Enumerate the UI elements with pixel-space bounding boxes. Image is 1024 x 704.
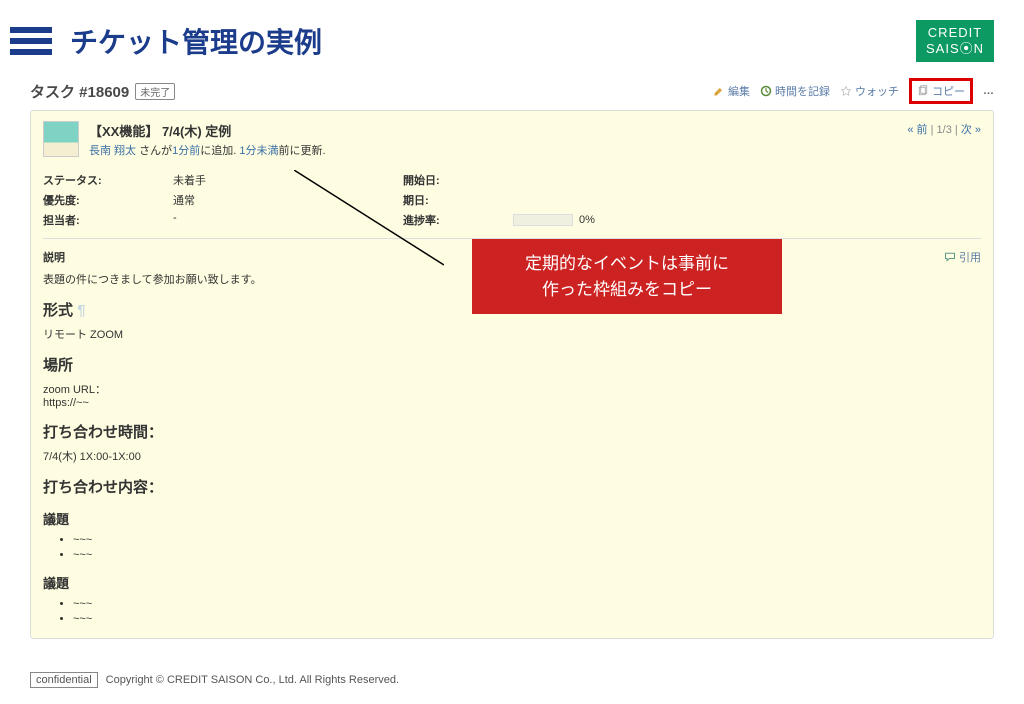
status-value: 未着手 (173, 172, 393, 188)
priority-label: 優先度: (43, 192, 163, 208)
confidential-badge: confidential (30, 672, 98, 688)
progress-label: 進捗率: (403, 212, 503, 228)
status-label: ステータス: (43, 172, 163, 188)
avatar (43, 121, 79, 157)
start-date-label: 開始日: (403, 172, 503, 188)
log-time-button[interactable]: 時間を記録 (760, 83, 830, 99)
hamburger-icon[interactable] (10, 27, 52, 55)
ticket-header-row: タスク #18609 未完了 編集 時間を記録 ウォッチ (30, 72, 994, 110)
ticket-title: 【XX機能】 7/4(木) 定例 (89, 121, 326, 140)
status-badge: 未完了 (135, 83, 175, 100)
clock-icon (760, 85, 772, 97)
description-body: 表題の件につきまして参加お願い致します。 形式 ¶ リモート ZOOM 場所 z… (43, 271, 981, 625)
assignee-label: 担当者: (43, 212, 163, 228)
progress-bar (513, 214, 573, 226)
annotation-callout: 定期的なイベントは事前に 作った枠組みをコピー (472, 239, 782, 314)
priority-value: 通常 (173, 192, 393, 208)
start-date-value (513, 172, 763, 188)
ticket-meta: 長南 翔太 さんが1分前に追加. 1分未満前に更新. (89, 142, 326, 158)
task-id: タスク #18609 (30, 81, 129, 102)
edit-button[interactable]: 編集 (713, 83, 750, 99)
assignee-value: - (173, 212, 393, 228)
watch-button[interactable]: ウォッチ (840, 83, 899, 99)
footer: confidential Copyright © CREDIT SAISON C… (30, 672, 399, 688)
brand-logo: CREDIT SAIS⦿N (916, 20, 994, 62)
ticket-card: 【XX機能】 7/4(木) 定例 長南 翔太 さんが1分前に追加. 1分未満前に… (30, 110, 994, 639)
copy-button[interactable]: コピー (917, 83, 965, 99)
speech-icon (944, 251, 956, 263)
prev-link[interactable]: « 前 (907, 124, 927, 136)
star-icon (840, 85, 852, 97)
next-link[interactable]: 次 » (961, 124, 981, 136)
pencil-icon (713, 85, 725, 97)
progress-value: 0% (579, 214, 595, 226)
page-header: チケット管理の実例 CREDIT SAIS⦿N (0, 0, 1024, 72)
ticket-nav: « 前 | 1/3 | 次 » (907, 121, 981, 137)
page-title: チケット管理の実例 (70, 21, 322, 61)
due-date-label: 期日: (403, 192, 503, 208)
due-date-value (513, 192, 763, 208)
description-label: 説明 (43, 249, 65, 265)
copy-button-highlighted: コピー (909, 78, 973, 104)
copy-icon (917, 85, 929, 97)
quote-button[interactable]: 引用 (944, 249, 981, 265)
more-actions[interactable]: … (983, 85, 994, 97)
copyright: Copyright © CREDIT SAISON Co., Ltd. All … (106, 674, 399, 686)
